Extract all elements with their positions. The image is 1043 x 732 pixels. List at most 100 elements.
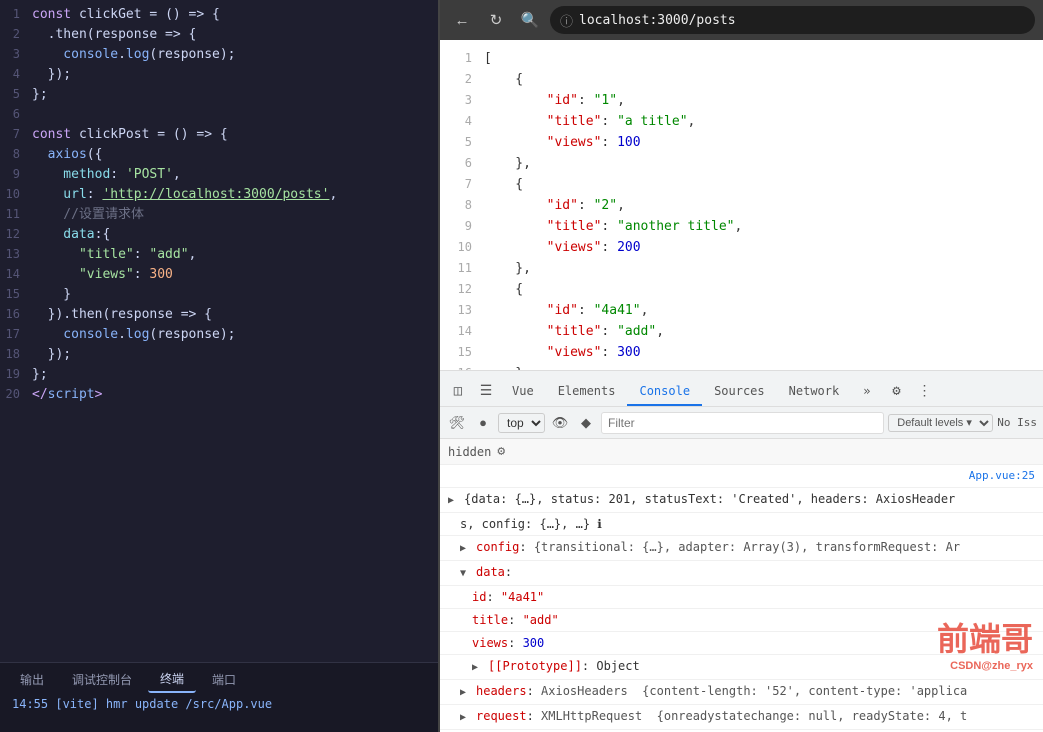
- code-text: });: [32, 65, 71, 85]
- token-punc: ,: [189, 247, 197, 262]
- devtools-clear-btn[interactable]: ●: [472, 412, 494, 434]
- code-line: 5};: [0, 84, 438, 104]
- json-line-number: 15: [456, 342, 484, 362]
- console-proto-entry[interactable]: [[Prototype]]: Object: [440, 655, 1043, 680]
- console-config-entry[interactable]: config: {transitional: {…}, adapter: Arr…: [440, 536, 1043, 561]
- code-line: 1const clickGet = () => {: [0, 4, 438, 24]
- token-prop: url: [32, 187, 87, 202]
- line-number: 14: [0, 264, 32, 284]
- token-punc: :: [87, 187, 103, 202]
- bottom-tab-终端[interactable]: 终端: [148, 666, 196, 693]
- devtools-tab-Network[interactable]: Network: [777, 378, 852, 406]
- json-line: 6 },: [456, 153, 1027, 174]
- token-kw: >: [95, 387, 103, 402]
- code-line: 12 data:{: [0, 224, 438, 244]
- code-text: url: 'http://localhost:3000/posts',: [32, 185, 337, 205]
- console-headers-entry[interactable]: headers: AxiosHeaders {content-length: '…: [440, 680, 1043, 705]
- code-text: }).then(response => {: [32, 305, 212, 325]
- expand-request[interactable]: [460, 709, 472, 727]
- token-punc: });: [32, 347, 71, 362]
- line-number: 6: [0, 104, 32, 124]
- token-kw: const: [32, 7, 71, 22]
- top-select[interactable]: top: [498, 413, 545, 433]
- code-line: 7const clickPost = () => {: [0, 124, 438, 144]
- code-text: method: 'POST',: [32, 165, 181, 185]
- token-kw: const: [32, 127, 71, 142]
- code-text: axios({: [32, 145, 102, 165]
- terminal-text: 14:55 [vite] hmr update /src/App.vue: [12, 697, 272, 711]
- expand-arrow-proto[interactable]: [472, 659, 484, 677]
- devtools-tab-[interactable]: »: [851, 378, 882, 406]
- code-text: };: [32, 85, 48, 105]
- expand-arrow-data[interactable]: [460, 565, 472, 583]
- code-text: const clickGet = () => {: [32, 5, 220, 25]
- token-punc: }: [32, 287, 71, 302]
- token-punc: ({: [87, 147, 103, 162]
- terminal-toolbar: 输出调试控制台终端端口 14:55 [vite] hmr update /src…: [0, 662, 438, 732]
- expand-arrow[interactable]: [448, 492, 460, 510]
- token-url-str: 'http://localhost:3000/posts': [102, 187, 329, 202]
- console-main-entry[interactable]: {data: {…}, status: 201, statusText: 'Cr…: [440, 488, 1043, 513]
- token-prop: data: [32, 227, 95, 242]
- code-text: });: [32, 345, 71, 365]
- line-number: 11: [0, 204, 32, 224]
- token-var-name: clickPost: [71, 127, 157, 142]
- address-bar[interactable]: ⓘ localhost:3000/posts: [550, 6, 1035, 34]
- json-line: 14 "title": "add",: [456, 321, 1027, 342]
- devtools-tab-Sources[interactable]: Sources: [702, 378, 777, 406]
- entry-link[interactable]: App.vue:25: [969, 467, 1035, 485]
- json-line-text: },: [484, 259, 531, 279]
- bottom-tab-端口[interactable]: 端口: [200, 667, 248, 692]
- token-kw: </: [32, 387, 48, 402]
- refresh-button[interactable]: ↻: [482, 6, 510, 34]
- token-punc: ,: [329, 187, 337, 202]
- settings-icon[interactable]: ⚙: [497, 444, 505, 459]
- line-number: 3: [0, 44, 32, 64]
- bottom-tab-调试控制台[interactable]: 调试控制台: [60, 667, 144, 692]
- token-punc: ,: [173, 167, 181, 182]
- devtools-tab-Vue[interactable]: Vue: [500, 378, 546, 406]
- line-number: 5: [0, 84, 32, 104]
- json-line: 7 {: [456, 174, 1027, 195]
- bottom-tab-输出[interactable]: 输出: [8, 667, 56, 692]
- no-issues-label: No Iss: [997, 416, 1037, 429]
- devtools-layers-icon[interactable]: ☰: [472, 378, 500, 406]
- devtools-tab-Elements[interactable]: Elements: [546, 378, 628, 406]
- line-number: 1: [0, 4, 32, 24]
- console-request-entry[interactable]: request: XMLHttpRequest {onreadystatecha…: [440, 705, 1043, 730]
- console-data-entry[interactable]: data:: [440, 561, 1043, 586]
- filter-input[interactable]: [601, 412, 884, 434]
- line-number: 9: [0, 164, 32, 184]
- back-button[interactable]: ←: [448, 6, 476, 34]
- line-number: 15: [0, 284, 32, 304]
- default-levels-select[interactable]: Default levels ▾: [888, 414, 993, 432]
- json-line: 16 }: [456, 363, 1027, 370]
- prop-label: views: 300: [472, 634, 544, 652]
- token-punc: :: [134, 247, 150, 262]
- search-button[interactable]: 🔍: [516, 6, 544, 34]
- code-line: 10 url: 'http://localhost:3000/posts',: [0, 184, 438, 204]
- devtools-inspect-btn[interactable]: 🛠: [446, 412, 468, 434]
- code-line: 18 });: [0, 344, 438, 364]
- json-line: 2 {: [456, 69, 1027, 90]
- browser-panel: ← ↻ 🔍 ⓘ localhost:3000/posts 1[2 {3 "id"…: [438, 0, 1043, 732]
- code-text: };: [32, 365, 48, 385]
- console-text-cont: s, config: {…}, …} ℹ: [460, 515, 602, 533]
- token-fn: axios: [32, 147, 87, 162]
- json-line-number: 8: [456, 195, 484, 215]
- line-number: 20: [0, 384, 32, 404]
- devtools-more-icon[interactable]: ⋮: [910, 378, 938, 406]
- expand-headers[interactable]: [460, 684, 472, 702]
- devtools-gear-icon[interactable]: ⚙: [882, 378, 910, 406]
- json-line-number: 11: [456, 258, 484, 278]
- devtools-inspect-icon[interactable]: ◫: [444, 378, 472, 406]
- eye-btn[interactable]: 👁: [549, 412, 571, 434]
- expand-arrow-config[interactable]: [460, 540, 472, 558]
- console-prop-views: views: 300: [440, 632, 1043, 655]
- code-line: 15 }: [0, 284, 438, 304]
- console-output[interactable]: App.vue:25 {data: {…}, status: 201, statu…: [440, 465, 1043, 732]
- json-line-number: 7: [456, 174, 484, 194]
- code-text: "title": "add",: [32, 245, 196, 265]
- devtools-tab-Console[interactable]: Console: [627, 378, 702, 406]
- json-line-number: 14: [456, 321, 484, 341]
